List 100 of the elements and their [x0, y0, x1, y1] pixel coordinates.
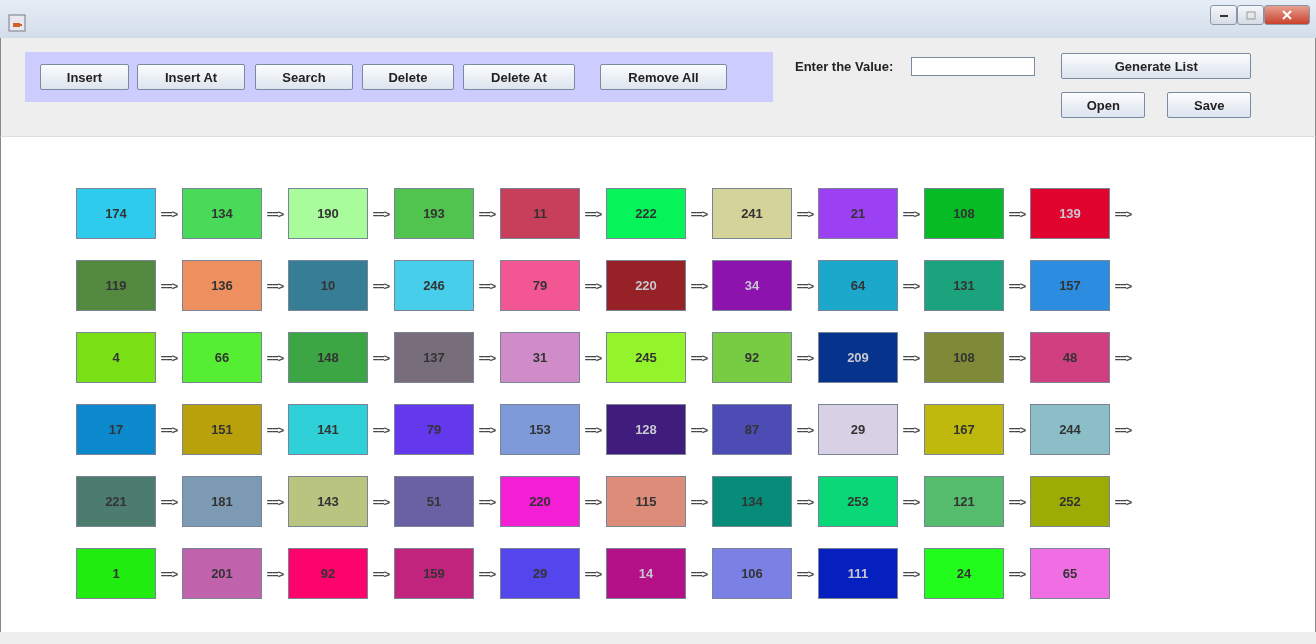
list-node: 87 [712, 404, 792, 455]
link-arrow: ==> [583, 207, 603, 220]
list-node: 244 [1030, 404, 1110, 455]
value-field[interactable] [911, 57, 1036, 76]
list-node: 11 [500, 188, 580, 239]
link-arrow: ==> [689, 279, 709, 292]
link-arrow: ==> [371, 207, 391, 220]
list-node: 1 [76, 548, 156, 599]
link-arrow: ==> [1007, 495, 1027, 508]
toolbar-button[interactable]: Insert [40, 64, 129, 90]
toolbar-button[interactable]: Insert At [137, 64, 245, 90]
list-node: 157 [1030, 260, 1110, 311]
link-arrow: ==> [371, 495, 391, 508]
minimize-button[interactable] [1210, 5, 1237, 25]
list-node: 246 [394, 260, 474, 311]
list-node: 92 [288, 548, 368, 599]
link-arrow: ==> [265, 423, 285, 436]
link-arrow: ==> [477, 423, 497, 436]
toolbar-button[interactable]: Delete At [463, 64, 575, 90]
link-arrow: ==> [901, 279, 921, 292]
list-node: 148 [288, 332, 368, 383]
link-arrow: ==> [159, 495, 179, 508]
link-arrow: ==> [901, 423, 921, 436]
list-node: 245 [606, 332, 686, 383]
link-arrow: ==> [159, 351, 179, 364]
link-arrow: ==> [159, 207, 179, 220]
link-arrow: ==> [901, 495, 921, 508]
list-node: 128 [606, 404, 686, 455]
list-node: 137 [394, 332, 474, 383]
link-arrow: ==> [265, 207, 285, 220]
list-node: 51 [394, 476, 474, 527]
list-node: 108 [924, 332, 1004, 383]
link-arrow: ==> [1007, 207, 1027, 220]
list-node: 151 [182, 404, 262, 455]
generate-list-button[interactable]: Generate List [1061, 53, 1252, 79]
link-arrow: ==> [371, 351, 391, 364]
link-arrow: ==> [795, 207, 815, 220]
list-node: 159 [394, 548, 474, 599]
link-arrow: ==> [1113, 495, 1133, 508]
link-arrow: ==> [689, 351, 709, 364]
list-node: 167 [924, 404, 1004, 455]
link-arrow: ==> [795, 279, 815, 292]
list-node: 119 [76, 260, 156, 311]
link-arrow: ==> [159, 423, 179, 436]
link-arrow: ==> [689, 207, 709, 220]
link-arrow: ==> [583, 567, 603, 580]
link-arrow: ==> [265, 351, 285, 364]
link-arrow: ==> [795, 423, 815, 436]
toolbar-button[interactable]: Search [255, 64, 353, 90]
list-node: 111 [818, 548, 898, 599]
toolbar-button[interactable]: Remove All [600, 64, 727, 90]
list-node: 29 [818, 404, 898, 455]
close-button[interactable] [1264, 5, 1310, 25]
list-node: 66 [182, 332, 262, 383]
list-node: 79 [394, 404, 474, 455]
link-arrow: ==> [477, 495, 497, 508]
list-node: 108 [924, 188, 1004, 239]
link-arrow: ==> [265, 495, 285, 508]
list-node: 14 [606, 548, 686, 599]
list-node: 141 [288, 404, 368, 455]
link-arrow: ==> [583, 279, 603, 292]
link-arrow: ==> [1113, 351, 1133, 364]
list-node: 139 [1030, 188, 1110, 239]
list-node: 4 [76, 332, 156, 383]
link-arrow: ==> [795, 351, 815, 364]
open-button[interactable]: Open [1061, 92, 1146, 118]
maximize-icon [1245, 10, 1256, 20]
list-node: 21 [818, 188, 898, 239]
toolbar-button[interactable]: Delete [362, 64, 454, 90]
list-node: 34 [712, 260, 792, 311]
link-arrow: ==> [477, 351, 497, 364]
link-arrow: ==> [1113, 279, 1133, 292]
list-node: 221 [76, 476, 156, 527]
list-node: 134 [712, 476, 792, 527]
link-arrow: ==> [477, 567, 497, 580]
list-node: 24 [924, 548, 1004, 599]
link-arrow: ==> [689, 567, 709, 580]
list-node: 92 [712, 332, 792, 383]
list-node: 252 [1030, 476, 1110, 527]
list-node: 65 [1030, 548, 1110, 599]
minimize-icon [1218, 12, 1229, 18]
link-arrow: ==> [689, 495, 709, 508]
list-node: 201 [182, 548, 262, 599]
list-node: 222 [606, 188, 686, 239]
link-arrow: ==> [1007, 567, 1027, 580]
list-node: 115 [606, 476, 686, 527]
link-arrow: ==> [1007, 423, 1027, 436]
link-arrow: ==> [371, 567, 391, 580]
link-arrow: ==> [795, 567, 815, 580]
link-arrow: ==> [583, 351, 603, 364]
list-node: 29 [500, 548, 580, 599]
link-arrow: ==> [1007, 351, 1027, 364]
list-node: 209 [818, 332, 898, 383]
link-arrow: ==> [901, 207, 921, 220]
list-node: 193 [394, 188, 474, 239]
list-node: 131 [924, 260, 1004, 311]
list-node: 48 [1030, 332, 1110, 383]
save-button[interactable]: Save [1167, 92, 1252, 118]
list-node: 64 [818, 260, 898, 311]
link-arrow: ==> [901, 351, 921, 364]
